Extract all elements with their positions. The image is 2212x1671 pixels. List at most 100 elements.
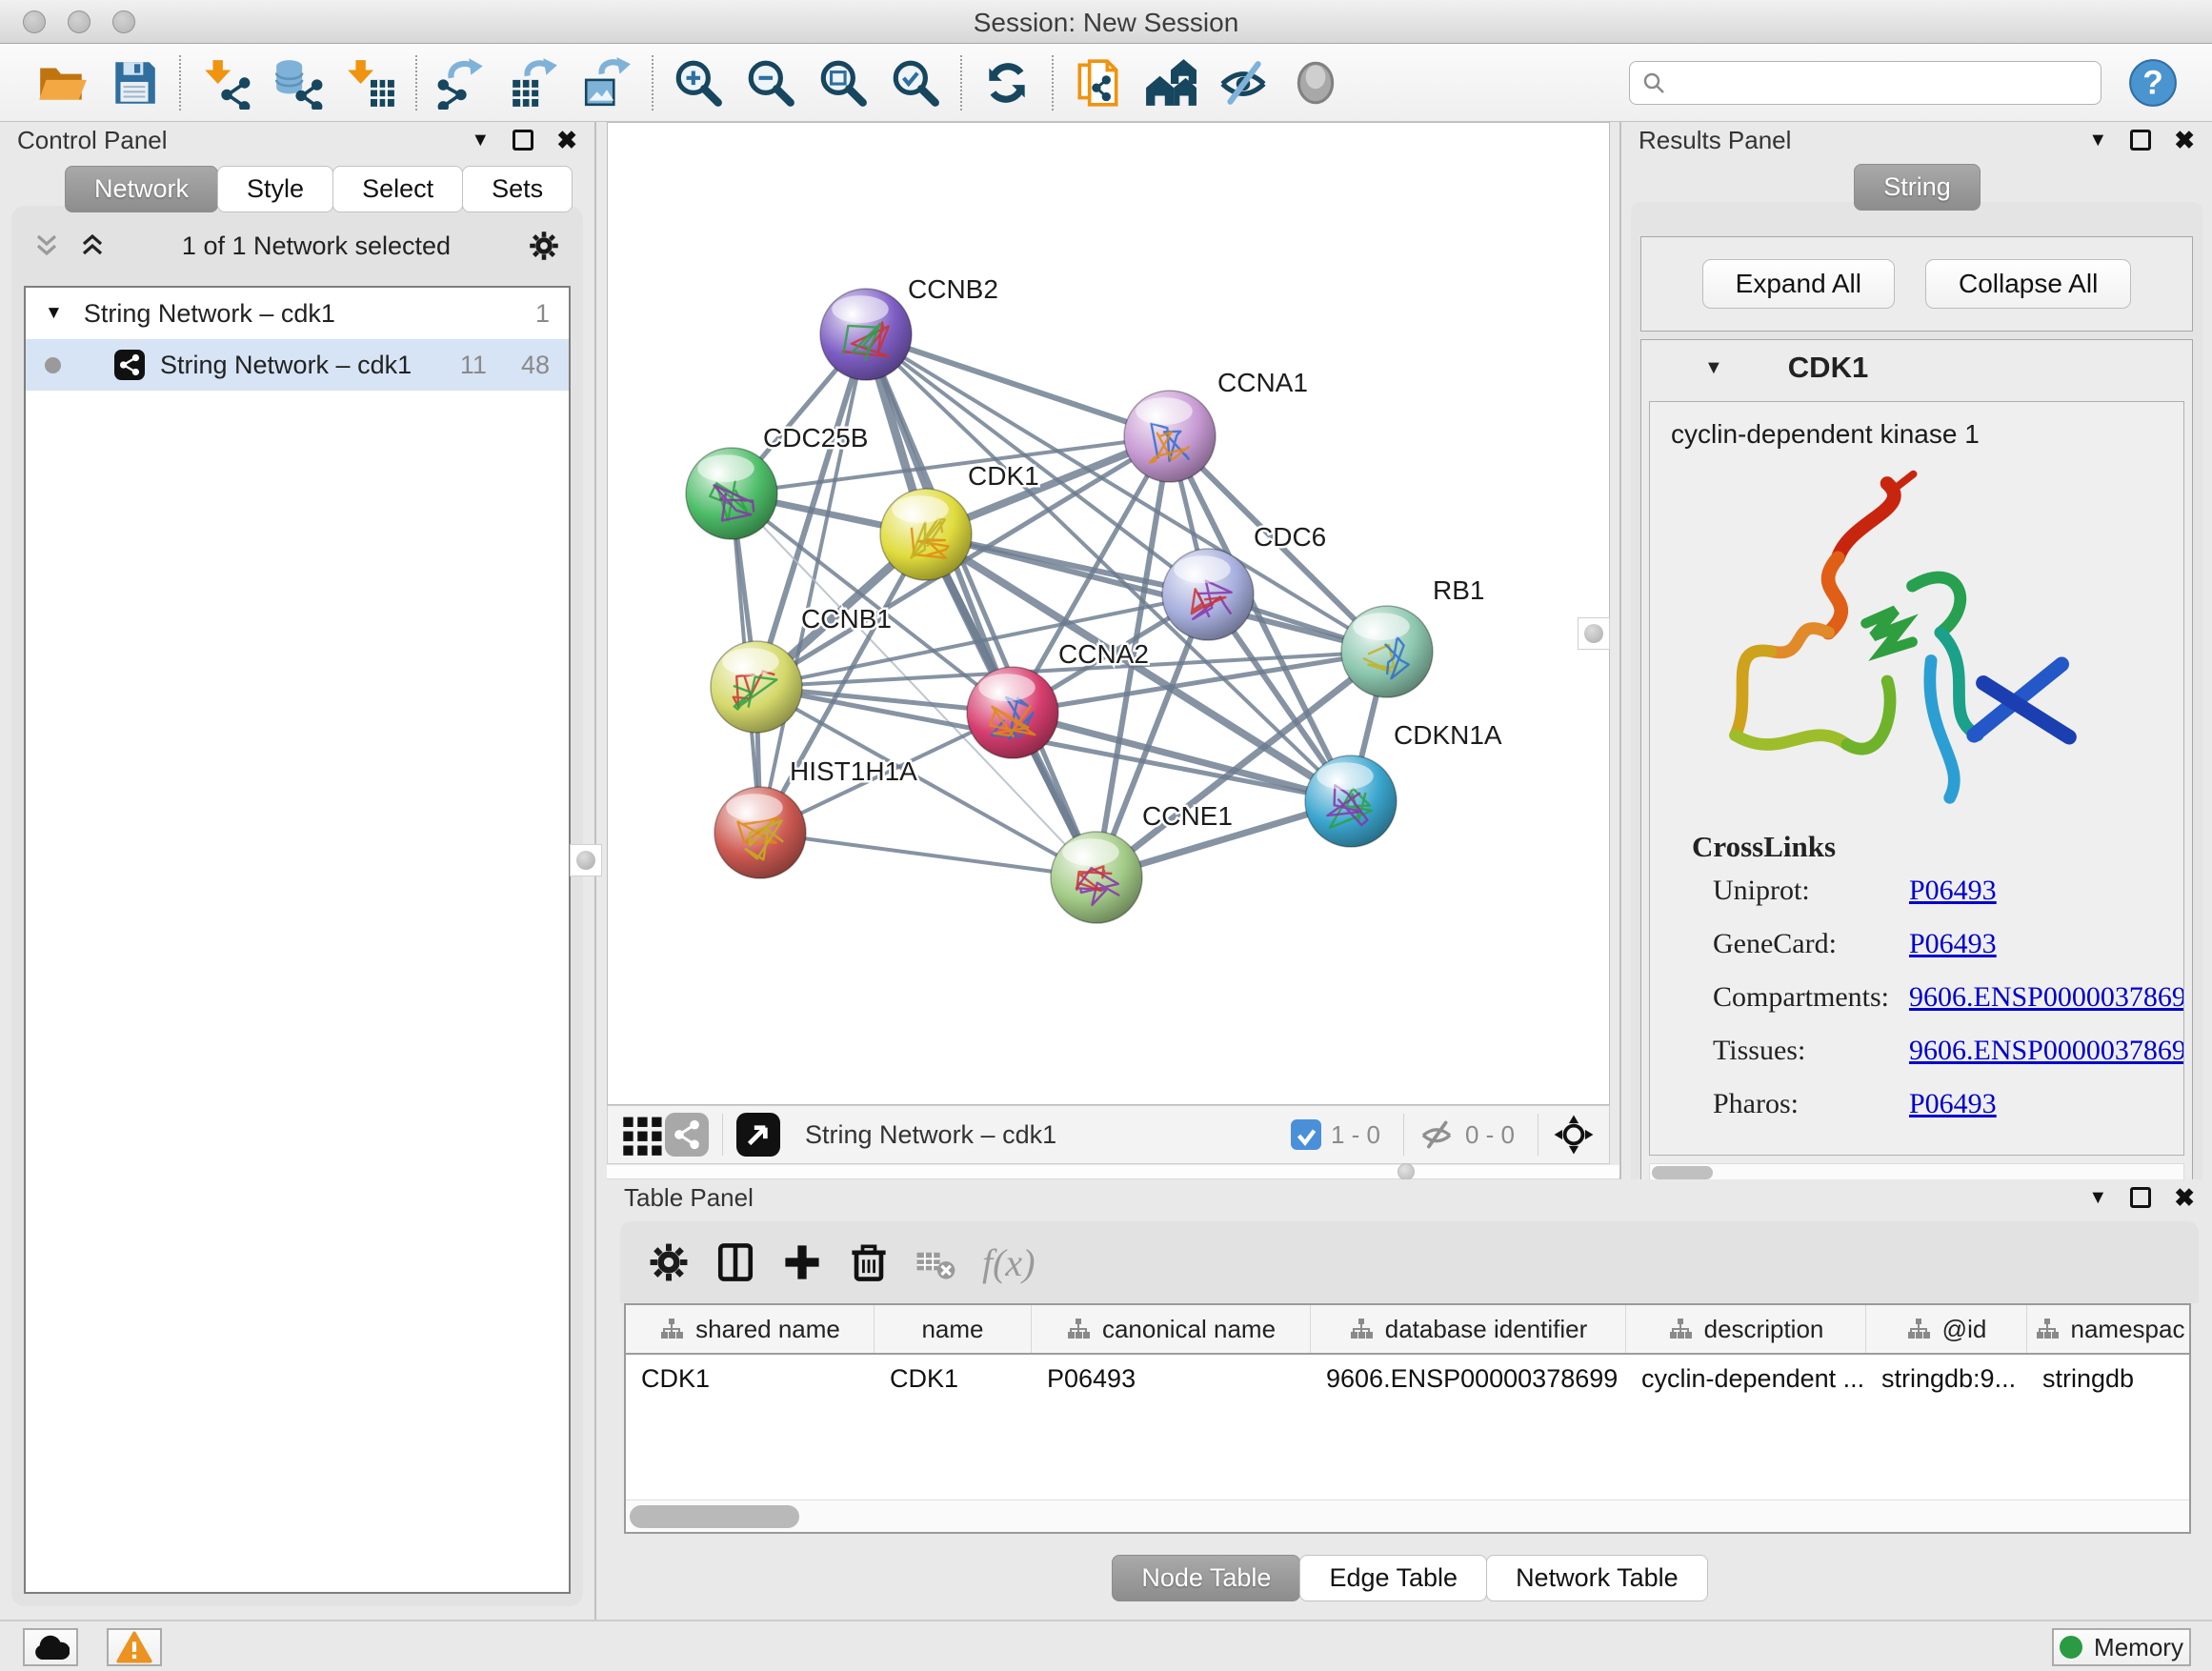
control-panel-float-icon[interactable]	[513, 130, 533, 151]
hide-panels-button[interactable]	[1214, 53, 1273, 112]
cloud-icon	[31, 1633, 70, 1661]
tab-style[interactable]: Style	[217, 166, 333, 212]
zoom-fit-button[interactable]	[814, 53, 873, 112]
crosslink-link[interactable]: P06493	[1909, 1077, 1997, 1131]
search-input[interactable]	[1676, 64, 2089, 102]
refresh-button[interactable]	[977, 53, 1036, 112]
table-panel-close-icon[interactable]: ✖	[2174, 1183, 2195, 1213]
column-header-description[interactable]: description	[1626, 1305, 1866, 1353]
search-box[interactable]	[1629, 61, 2101, 105]
table-row[interactable]: CDK1CDK1P064939606.ENSP00000378699cyclin…	[626, 1355, 2189, 1404]
delete-column-button[interactable]	[835, 1233, 902, 1292]
crosslink-link[interactable]: P06493	[1909, 864, 1997, 917]
results-panel-menu-icon[interactable]: ▼	[2088, 130, 2107, 151]
expand-all-icon[interactable]	[78, 232, 107, 260]
memory-button[interactable]: Memory	[2052, 1628, 2191, 1666]
export-network-button[interactable]	[432, 53, 492, 112]
warnings-button[interactable]	[107, 1628, 162, 1666]
network-collection-row[interactable]: ▼ String Network – cdk1 1	[26, 288, 569, 339]
column-header-namespac[interactable]: namespac	[2027, 1305, 2191, 1353]
tab-node-table[interactable]: Node Table	[1112, 1555, 1300, 1601]
tab-network-table[interactable]: Network Table	[1486, 1555, 1708, 1601]
column-header-shared-name[interactable]: shared name	[626, 1305, 875, 1353]
table-panel-menu-icon[interactable]: ▼	[2088, 1187, 2107, 1209]
import-network-from-database-button[interactable]	[269, 53, 328, 112]
export-image-button[interactable]	[577, 53, 636, 112]
open-session-button[interactable]	[32, 53, 91, 112]
tab-edge-table[interactable]: Edge Table	[1299, 1555, 1487, 1601]
crosslink-row: Pharos:P06493	[1650, 1077, 2183, 1131]
zoom-in-button[interactable]	[669, 53, 728, 112]
node-label: CCNB1	[801, 604, 892, 634]
table-cell[interactable]: stringdb:9...	[1866, 1355, 2027, 1404]
export-table-button[interactable]	[505, 53, 564, 112]
column-header-database-identifier[interactable]: database identifier	[1311, 1305, 1626, 1353]
table-hscrollbar[interactable]	[626, 1500, 2189, 1532]
plus-icon	[778, 1238, 826, 1286]
column-network-icon	[2035, 1317, 2060, 1341]
birds-eye-view-button[interactable]	[736, 1113, 780, 1157]
results-panel-float-icon[interactable]	[2130, 130, 2151, 151]
table-cell[interactable]: P06493	[1032, 1355, 1311, 1404]
node-table[interactable]: shared namenamecanonical namedatabase id…	[624, 1303, 2191, 1534]
table-cell[interactable]: stringdb	[2027, 1355, 2191, 1404]
node-label: CDK1	[968, 461, 1039, 491]
tab-string[interactable]: String	[1854, 164, 1981, 211]
show-panel-button[interactable]	[1286, 53, 1345, 112]
column-header-canonical-name[interactable]: canonical name	[1032, 1305, 1311, 1353]
tab-select[interactable]: Select	[332, 166, 463, 212]
tab-sets[interactable]: Sets	[462, 166, 573, 212]
columns-icon	[712, 1238, 759, 1286]
eye-icon	[1289, 56, 1342, 110]
table-toolbar: f(x)	[620, 1221, 2199, 1303]
show-columns-button[interactable]	[702, 1233, 769, 1292]
network-canvas[interactable]: CCNB2CCNA1CDC25BCDK1CDC6RB1CCNB1CCNA2CDK…	[607, 122, 1610, 1105]
crosslink-link[interactable]: P06493	[1909, 917, 1997, 971]
crosslink-link[interactable]: 9606.ENSP00000378699	[1909, 1024, 2184, 1077]
control-panel-menu-icon[interactable]: ▼	[471, 130, 490, 151]
zoom-selected-button[interactable]	[886, 53, 945, 112]
network-row-selected[interactable]: String Network – cdk1 1148	[26, 339, 569, 391]
fit-content-button[interactable]	[1552, 1113, 1596, 1157]
gear-icon[interactable]	[526, 228, 562, 264]
help-button[interactable]: ?	[2126, 56, 2180, 110]
control-panel-close-icon[interactable]: ✖	[556, 126, 577, 155]
expand-all-button[interactable]: Expand All	[1702, 259, 1895, 309]
import-table-button[interactable]	[341, 53, 400, 112]
table-cell[interactable]: CDK1	[626, 1355, 875, 1404]
left-splitter-handle[interactable]	[570, 844, 602, 876]
tab-network[interactable]: Network	[65, 166, 218, 212]
network-graph[interactable]: CCNB2CCNA1CDC25BCDK1CDC6RB1CCNB1CCNA2CDK…	[608, 123, 1609, 1104]
collapse-all-icon[interactable]	[32, 232, 61, 260]
results-panel-close-icon[interactable]: ✖	[2174, 126, 2195, 155]
table-cell[interactable]: cyclin-dependent ...	[1626, 1355, 1866, 1404]
table-settings-button[interactable]	[635, 1233, 702, 1292]
selected-checkbox-icon[interactable]	[1291, 1119, 1321, 1150]
table-panel-float-icon[interactable]	[2130, 1187, 2151, 1208]
import-network-button[interactable]	[196, 53, 255, 112]
control-panel-title: Control Panel	[17, 126, 168, 155]
zoom-out-button[interactable]	[741, 53, 800, 112]
cloud-button[interactable]	[23, 1628, 78, 1666]
node-label: CCNA1	[1217, 368, 1308, 397]
gene-collapse-icon[interactable]: ▼	[1704, 357, 1723, 379]
gene-description: cyclin-dependent kinase 1	[1650, 402, 2183, 450]
crosslink-link[interactable]: 9606.ENSP00000378699	[1909, 971, 2184, 1024]
add-column-button[interactable]	[769, 1233, 835, 1292]
hidden-count-badge: 0 - 0	[1465, 1120, 1515, 1150]
right-splitter-handle[interactable]	[1578, 617, 1610, 650]
column-header-name[interactable]: name	[875, 1305, 1032, 1353]
export-image-icon	[580, 56, 633, 110]
table-cell[interactable]: 9606.ENSP00000378699	[1311, 1355, 1626, 1404]
node-label: RB1	[1433, 575, 1484, 605]
collapse-all-button[interactable]: Collapse All	[1925, 259, 2131, 309]
home-button[interactable]	[1141, 53, 1200, 112]
table-cell[interactable]: CDK1	[875, 1355, 1032, 1404]
network-collection-count: 1	[535, 299, 550, 329]
tree-expand-icon[interactable]: ▼	[45, 303, 63, 324]
column-header--id[interactable]: @id	[1866, 1305, 2027, 1353]
share-session-button[interactable]	[1069, 53, 1128, 112]
save-session-button[interactable]	[105, 53, 164, 112]
grid-view-button[interactable]	[621, 1113, 665, 1157]
network-badge-button[interactable]	[665, 1113, 709, 1157]
